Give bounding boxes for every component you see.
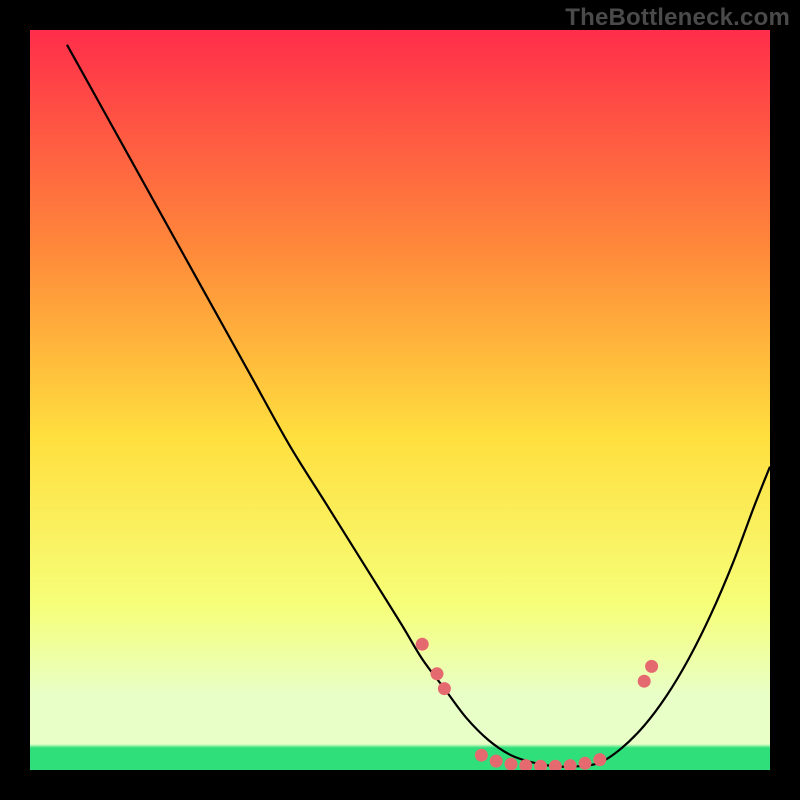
curve-marker [519, 759, 532, 770]
curve-marker [564, 759, 577, 770]
curve-layer [30, 30, 770, 770]
curve-marker [438, 682, 451, 695]
curve-marker [534, 760, 547, 770]
curve-marker [505, 758, 518, 770]
bottleneck-curve [67, 45, 770, 767]
curve-marker [490, 755, 503, 768]
curve-marker [549, 760, 562, 770]
curve-marker [416, 638, 429, 651]
curve-marker [638, 675, 651, 688]
chart-frame: TheBottleneck.com [0, 0, 800, 800]
curve-marker [475, 749, 488, 762]
curve-marker [593, 753, 606, 766]
watermark-text: TheBottleneck.com [565, 4, 790, 32]
curve-marker [579, 757, 592, 770]
curve-markers [416, 638, 658, 770]
curve-marker [645, 660, 658, 673]
curve-marker [431, 667, 444, 680]
plot-area [30, 30, 770, 770]
